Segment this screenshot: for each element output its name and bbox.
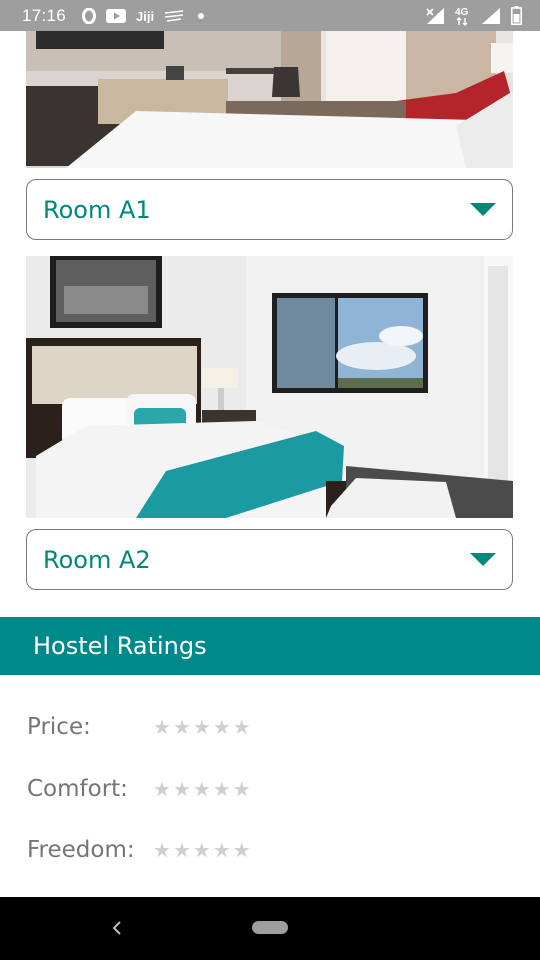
room-a1-photo: [26, 31, 513, 168]
status-right: 4G: [425, 6, 522, 26]
star-icon[interactable]: ★: [153, 717, 171, 737]
jiji-icon-label: Jiji: [136, 9, 154, 23]
star-icon[interactable]: ★: [193, 717, 211, 737]
star-rating-price[interactable]: ★ ★ ★ ★ ★: [153, 717, 251, 737]
star-rating-comfort[interactable]: ★ ★ ★ ★ ★: [153, 779, 251, 799]
star-icon[interactable]: ★: [193, 840, 211, 860]
network-4g-icon: 4G: [455, 6, 471, 26]
star-icon[interactable]: ★: [213, 779, 231, 799]
status-time: 17:16: [22, 5, 67, 25]
signal-icon: [481, 7, 501, 25]
home-pill-icon[interactable]: [252, 921, 288, 934]
star-rating-freedom[interactable]: ★ ★ ★ ★ ★: [153, 840, 251, 860]
star-icon[interactable]: ★: [173, 717, 191, 737]
rating-row-freedom: Freedom: ★ ★ ★ ★ ★: [27, 830, 427, 870]
star-icon[interactable]: ★: [233, 840, 251, 860]
room-a1-selected-value: Room A1: [43, 195, 151, 224]
jiji-icon: Jiji: [136, 9, 154, 23]
room-a2-photo: [26, 256, 513, 518]
status-left: 17:16 Jiji: [22, 5, 205, 26]
star-icon[interactable]: ★: [153, 840, 171, 860]
status-bar: 17:16 Jiji 4G: [0, 0, 540, 31]
battery-icon: [511, 6, 522, 25]
glasses-icon: [164, 9, 184, 22]
rating-label-price: Price:: [27, 714, 91, 740]
back-icon[interactable]: [108, 917, 126, 939]
signal-x-icon: [425, 7, 445, 25]
star-icon[interactable]: ★: [173, 840, 191, 860]
star-icon[interactable]: ★: [153, 779, 171, 799]
rating-row-price: Price: ★ ★ ★ ★ ★: [27, 707, 427, 747]
chevron-down-icon[interactable]: [470, 202, 496, 217]
room-a1-dropdown[interactable]: Room A1: [26, 179, 513, 240]
dot-icon: [198, 12, 205, 19]
star-icon[interactable]: ★: [173, 779, 191, 799]
ratings-title: Hostel Ratings: [33, 632, 207, 660]
room-a2-selected-value: Room A2: [43, 545, 151, 574]
network-label: 4G: [455, 7, 469, 18]
star-icon[interactable]: ★: [213, 717, 231, 737]
star-icon[interactable]: ★: [233, 779, 251, 799]
rating-label-comfort: Comfort:: [27, 776, 128, 802]
chevron-down-icon[interactable]: [470, 552, 496, 567]
ratings-header: Hostel Ratings: [0, 617, 540, 675]
youtube-icon: [106, 8, 127, 23]
rating-label-freedom: Freedom:: [27, 837, 135, 863]
star-icon[interactable]: ★: [233, 717, 251, 737]
navigation-bar: [0, 897, 540, 960]
room-a2-dropdown[interactable]: Room A2: [26, 529, 513, 590]
star-icon[interactable]: ★: [193, 779, 211, 799]
rating-row-comfort: Comfort: ★ ★ ★ ★ ★: [27, 769, 427, 809]
opera-icon: [82, 7, 97, 24]
star-icon[interactable]: ★: [213, 840, 231, 860]
